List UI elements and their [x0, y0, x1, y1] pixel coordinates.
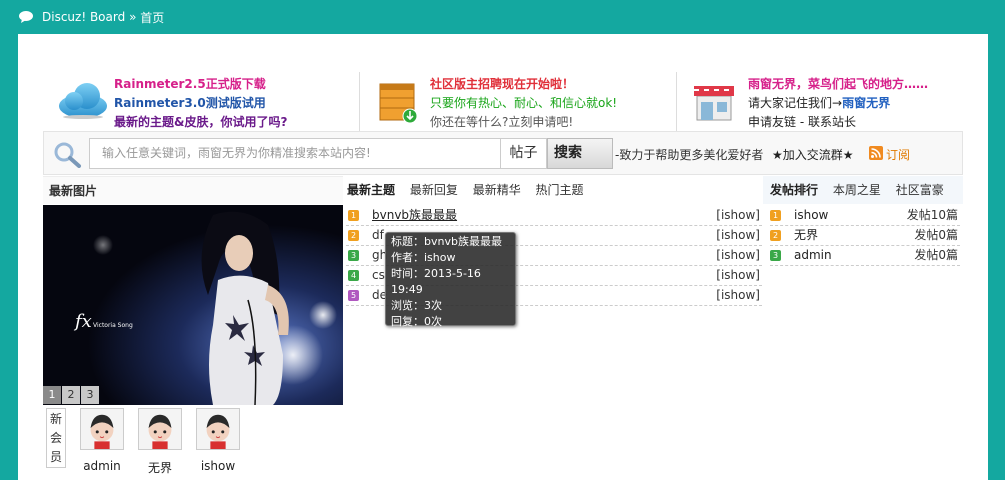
- tab-latest-threads[interactable]: 最新主题: [347, 183, 395, 197]
- new-members-label-text: 新会员: [50, 412, 63, 464]
- tab-rich-list[interactable]: 社区富豪: [896, 183, 944, 197]
- ranking-user[interactable]: ishow: [794, 206, 828, 225]
- thread-title[interactable]: bvnvb族最最最: [372, 206, 457, 225]
- ranking-row[interactable]: 1 ishow 发帖10篇: [770, 206, 960, 226]
- breadcrumb-bar: Discuz! Board » 首页: [0, 0, 1005, 34]
- avatar[interactable]: [138, 408, 182, 450]
- thread-author[interactable]: [ishow]: [716, 286, 760, 305]
- avatar[interactable]: [80, 408, 124, 450]
- tab-post-ranking[interactable]: 发帖排行: [770, 183, 818, 197]
- tooltip-time: 时间：2013-5-16 19:49: [391, 267, 481, 296]
- thread-title[interactable]: cs: [372, 266, 385, 285]
- shop-icon: [694, 86, 734, 121]
- thread-author[interactable]: [ishow]: [716, 226, 760, 245]
- rank-badge-icon: 2: [348, 230, 359, 241]
- slider-caption: Victoria Song: [93, 322, 133, 329]
- slider-artwork: fx Victoria Song: [43, 205, 343, 405]
- rank-badge-icon: 2: [770, 230, 781, 241]
- member-name[interactable]: 无界: [130, 459, 190, 476]
- chat-bubble-icon: [19, 11, 33, 23]
- promo-rainmeter: Rainmeter2.5正式版下载 Rainmeter3.0测试版试用 最新的主…: [43, 72, 360, 132]
- search-icon: [54, 142, 81, 168]
- ranking-row[interactable]: 3 admin 发帖0篇: [770, 246, 960, 266]
- join-group-link[interactable]: ★加入交流群★: [772, 146, 854, 163]
- promo-site: 雨窗无界，菜鸟们起飞的地方…… 请大家记住我们→雨窗无界 申请友链 - 联系站长: [677, 72, 963, 132]
- tooltip-last-reply: 回复：ishow: [391, 331, 456, 344]
- promo-text-site-slogan: 雨窗无界，菜鸟们起飞的地方……: [748, 77, 929, 91]
- post-ranking-list: 1 ishow 发帖10篇 2 无界 发帖0篇 3 admin 发帖0篇: [770, 206, 960, 266]
- tab-latest-replies[interactable]: 最新回复: [410, 183, 458, 197]
- member-name[interactable]: admin: [72, 459, 132, 473]
- thread-author[interactable]: [ishow]: [716, 246, 760, 265]
- member-name[interactable]: ishow: [188, 459, 248, 473]
- rank-badge-icon: 3: [770, 250, 781, 261]
- promo-moderator: 社区版主招聘现在开始啦！ 只要你有热心、耐心、和信心就ok! 你还在等什么?立刻…: [360, 72, 677, 132]
- search-input[interactable]: 输入任意关键词，雨窗无界为你精准搜索本站内容!: [89, 138, 501, 169]
- slider-image[interactable]: fx Victoria Song: [43, 205, 343, 405]
- slider-logo-text: fx: [73, 311, 92, 332]
- avatar[interactable]: [196, 408, 240, 450]
- ranking-user[interactable]: admin: [794, 246, 832, 265]
- thread-row[interactable]: 1 bvnvb族最最最 [ishow]: [346, 206, 762, 226]
- tooltip-author: 作者：ishow: [391, 251, 456, 264]
- tooltip-views: 浏览：3次: [391, 299, 442, 312]
- promo-link-recruit[interactable]: 社区版主招聘现在开始啦！: [430, 75, 617, 94]
- rank-badge-icon: 1: [770, 210, 781, 221]
- promo-link-sitename[interactable]: 雨窗无界: [842, 96, 890, 110]
- slider-pagination: 1 2 3: [43, 386, 100, 404]
- thread-tabs: 最新主题 最新回复 最新精华 热门主题: [343, 176, 763, 204]
- thread-title[interactable]: df: [372, 226, 384, 245]
- member-card[interactable]: ishow: [188, 408, 248, 473]
- tooltip-replies: 回复：0次: [391, 315, 442, 328]
- ranking-user[interactable]: 无界: [794, 226, 818, 245]
- search-bar: 输入任意关键词，雨窗无界为你精准搜索本站内容! 帖子 搜索 -致力于帮助更多美化…: [43, 131, 963, 175]
- member-card[interactable]: 无界: [130, 408, 190, 476]
- rank-badge-icon: 4: [348, 270, 359, 281]
- thread-tooltip: 标题：bvnvb族最最最 作者：ishow 时间：2013-5-16 19:49…: [385, 232, 516, 344]
- ranking-count: 发帖0篇: [914, 228, 958, 242]
- rss-subscribe-link[interactable]: 订阅: [886, 146, 910, 163]
- tab-weekly-star[interactable]: 本周之星: [833, 183, 881, 197]
- breadcrumb-site-link[interactable]: Discuz! Board: [42, 10, 125, 24]
- promo-row: Rainmeter2.5正式版下载 Rainmeter3.0测试版试用 最新的主…: [43, 72, 963, 132]
- rank-badge-icon: 3: [348, 250, 359, 261]
- member-card[interactable]: admin: [72, 408, 132, 473]
- tooltip-title: 标题：bvnvb族最最最: [391, 235, 502, 248]
- thread-author[interactable]: [ishow]: [716, 266, 760, 285]
- promo-text-remember: 请大家记住我们→: [748, 96, 843, 110]
- promo-text-requirement: 只要你有热心、耐心、和信心就ok!: [430, 96, 618, 110]
- breadcrumb-separator: »: [129, 10, 137, 24]
- tab-latest-digest[interactable]: 最新精华: [473, 183, 521, 197]
- promo-link-rainmeter25[interactable]: Rainmeter2.5正式版下载: [114, 75, 287, 94]
- promo-link-friendlink[interactable]: 申请友链 - 联系站长: [748, 113, 928, 132]
- breadcrumb-current: 首页: [140, 10, 165, 25]
- promo-link-rainmeter30[interactable]: Rainmeter3.0测试版试用: [114, 94, 287, 113]
- slider-page-2[interactable]: 2: [62, 386, 80, 404]
- ranking-tabs: 发帖排行 本周之星 社区富豪: [763, 176, 963, 204]
- slider-page-3[interactable]: 3: [81, 386, 99, 404]
- search-slogan: -致力于帮助更多美化爱好者: [615, 148, 764, 162]
- latest-images-header: 最新图片: [43, 176, 343, 204]
- slider-page-1[interactable]: 1: [43, 386, 61, 404]
- tab-hot-threads[interactable]: 热门主题: [536, 183, 584, 197]
- rank-badge-icon: 5: [348, 290, 359, 301]
- cloud-icon: [59, 83, 107, 119]
- search-type-select[interactable]: 帖子: [501, 138, 547, 169]
- ranking-count: 发帖0篇: [914, 248, 958, 262]
- promo-link-themes[interactable]: 最新的主题&皮肤，你试用了吗?: [114, 113, 287, 132]
- rss-icon[interactable]: [869, 146, 883, 160]
- thread-author[interactable]: [ishow]: [716, 206, 760, 225]
- ranking-row[interactable]: 2 无界 发帖0篇: [770, 226, 960, 246]
- download-box-icon: [379, 83, 418, 124]
- search-button[interactable]: 搜索: [547, 138, 613, 169]
- ranking-count: 发帖10篇: [906, 208, 958, 222]
- promo-link-apply[interactable]: 你还在等什么?立刻申请吧!: [430, 113, 617, 132]
- rank-badge-icon: 1: [348, 210, 359, 221]
- new-members-label: 新会员: [46, 408, 66, 468]
